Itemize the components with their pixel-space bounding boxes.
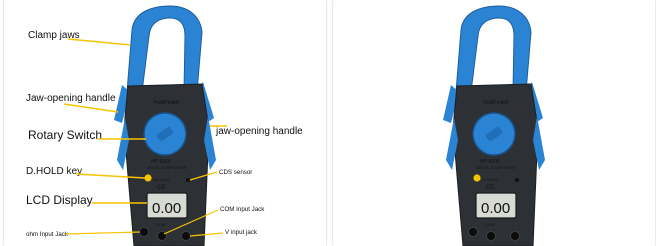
label-dhold-key: D.HOLD key xyxy=(26,166,82,177)
subtitle-text-plain: DIGITAL CLAMP METER xyxy=(476,166,516,170)
leader-clamp-jaws xyxy=(67,38,131,46)
clamp-jaw-left xyxy=(126,5,203,93)
clamp-jaw-plain xyxy=(455,5,532,93)
lcd-value: 0.00 xyxy=(152,200,181,217)
label-jaw-handle-right: jaw-opening handle xyxy=(215,126,303,137)
dhold-key-plain[interactable] xyxy=(473,174,481,182)
annotated-panel: HoldPeak® HP-6208 DIGITAL CLAMP METER D.… xyxy=(4,0,326,246)
leader-jaw-handle-left xyxy=(63,103,119,113)
com-jack-text-plain: COM xyxy=(485,222,494,227)
label-ohm-input-jack: ohm Input Jack xyxy=(26,231,69,238)
ohm-input-jack[interactable] xyxy=(139,227,149,237)
label-cds-sensor: CDS sensor xyxy=(219,169,252,176)
label-jaw-handle-left: Jaw-opening handle xyxy=(26,93,116,104)
annotated-meter-svg: HoldPeak® HP-6208 DIGITAL CLAMP METER D.… xyxy=(26,5,303,246)
brand-text-plain: HoldPeak® xyxy=(483,99,509,106)
dhold-key[interactable] xyxy=(144,174,152,182)
meter-body xyxy=(123,83,210,246)
brand-text: HoldPeak® xyxy=(154,99,180,106)
label-rotary-switch: Rotary Switch xyxy=(28,128,102,142)
product-figure: HoldPeak® HP-6208 DIGITAL CLAMP METER D.… xyxy=(0,0,656,246)
cds-sensor xyxy=(186,178,190,182)
subtitle-text: DIGITAL CLAMP METER xyxy=(147,166,187,170)
cds-sensor-plain xyxy=(515,178,519,182)
ohm-input-jack-plain[interactable] xyxy=(468,227,478,237)
model-text: HP-6208 xyxy=(151,159,171,165)
lcd-value-plain: 0.00 xyxy=(481,200,510,217)
meter-body-plain xyxy=(452,83,539,246)
ce-mark-plain: CE xyxy=(486,185,494,191)
label-lcd-display: LCD Display xyxy=(26,193,93,207)
dhold-key-text: D.HOLD xyxy=(154,177,169,182)
ce-mark: CE xyxy=(157,185,165,191)
clamp-meter: HoldPeak® HP-6208 DIGITAL CLAMP METER D.… xyxy=(114,5,216,246)
v-input-jack[interactable] xyxy=(181,231,191,241)
model-text-plain: HP-6208 xyxy=(480,159,500,165)
leader-ohm-input-jack xyxy=(65,231,141,235)
label-com-input-jack: COM Input Jack xyxy=(220,206,265,213)
dhold-key-text-plain: D.HOLD xyxy=(483,177,498,182)
clamp-meter-plain: HoldPeak® HP-6208 DIGITAL CLAMP METER D.… xyxy=(443,5,545,246)
com-jack-text: COM xyxy=(156,222,165,227)
plain-meter-svg: HoldPeak® HP-6208 DIGITAL CLAMP METER D.… xyxy=(443,5,545,246)
com-input-jack-plain[interactable] xyxy=(486,231,496,241)
label-v-input-jack: V input jack xyxy=(225,229,258,236)
product-panel: HoldPeak® HP-6208 DIGITAL CLAMP METER D.… xyxy=(333,0,655,246)
v-input-jack-plain[interactable] xyxy=(510,231,520,241)
